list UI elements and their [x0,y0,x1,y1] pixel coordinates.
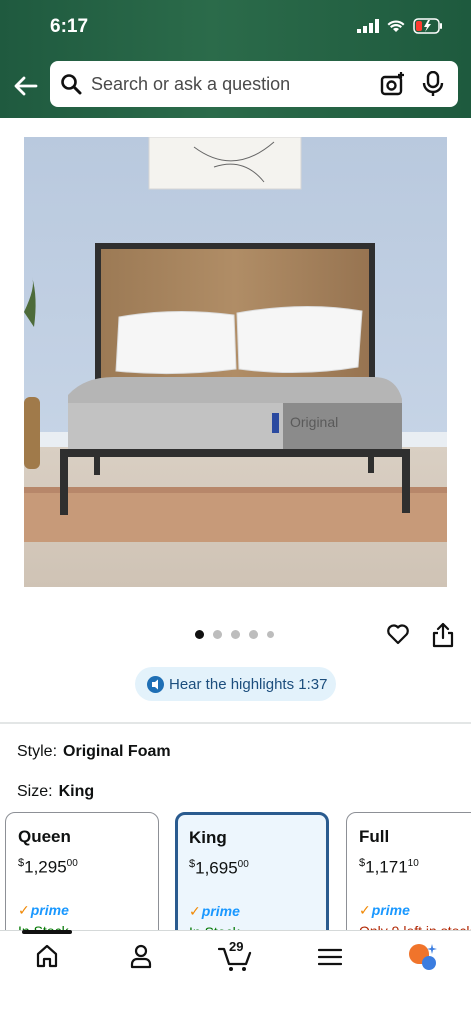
prime-badge: ✓prime [189,902,240,919]
hear-highlights-label: Hear the highlights 1:37 [169,675,328,693]
search-icon [61,74,82,95]
product-image[interactable]: Original [24,137,447,587]
search-input[interactable]: Search or ask a question [91,74,380,95]
size-value: King [58,783,95,800]
mattress-brand-label: Original [290,414,338,430]
carousel-dot[interactable] [231,630,240,639]
status-time: 6:17 [50,16,89,37]
size-option-name: King [189,828,227,847]
size-option-price: $1,69500 [189,858,249,878]
carousel-dot[interactable] [249,630,258,639]
carousel-dot[interactable] [213,630,222,639]
size-option-price: $1,17110 [359,857,419,877]
status-icons [357,18,443,34]
home-icon[interactable] [35,943,59,969]
rufus-assistant-icon[interactable] [407,942,439,972]
heart-icon[interactable] [386,622,410,646]
camera-search-icon[interactable] [380,71,406,97]
section-divider [0,722,471,724]
style-value: Original Foam [63,743,171,760]
search-bar[interactable]: Search or ask a question [50,61,458,107]
prime-badge: ✓prime [18,901,69,918]
size-option-price: $1,29500 [18,857,78,877]
carousel-dot[interactable] [267,631,274,638]
product-photo: Original [24,137,447,587]
size-label: Size: [17,783,53,800]
audio-play-icon [147,675,164,693]
active-tab-indicator [22,930,72,934]
wifi-icon [387,20,405,32]
image-carousel-dots[interactable] [195,630,274,639]
carousel-dot[interactable] [195,630,204,639]
size-option-name: Full [359,827,390,846]
menu-icon[interactable] [318,947,342,967]
prime-badge: ✓prime [359,901,410,918]
back-arrow-icon[interactable] [10,70,42,102]
size-selection: Size: King [17,783,94,801]
signal-icon [357,19,379,33]
hear-highlights-button[interactable]: Hear the highlights 1:37 [135,667,336,701]
share-icon[interactable] [432,622,454,648]
battery-icon [413,18,442,34]
style-selection: Style: Original Foam [17,743,171,761]
cart-icon[interactable] [218,946,252,972]
microphone-icon[interactable] [422,71,444,97]
size-option-name: Queen [18,827,71,846]
account-icon[interactable] [129,943,153,969]
style-label: Style: [17,743,58,760]
